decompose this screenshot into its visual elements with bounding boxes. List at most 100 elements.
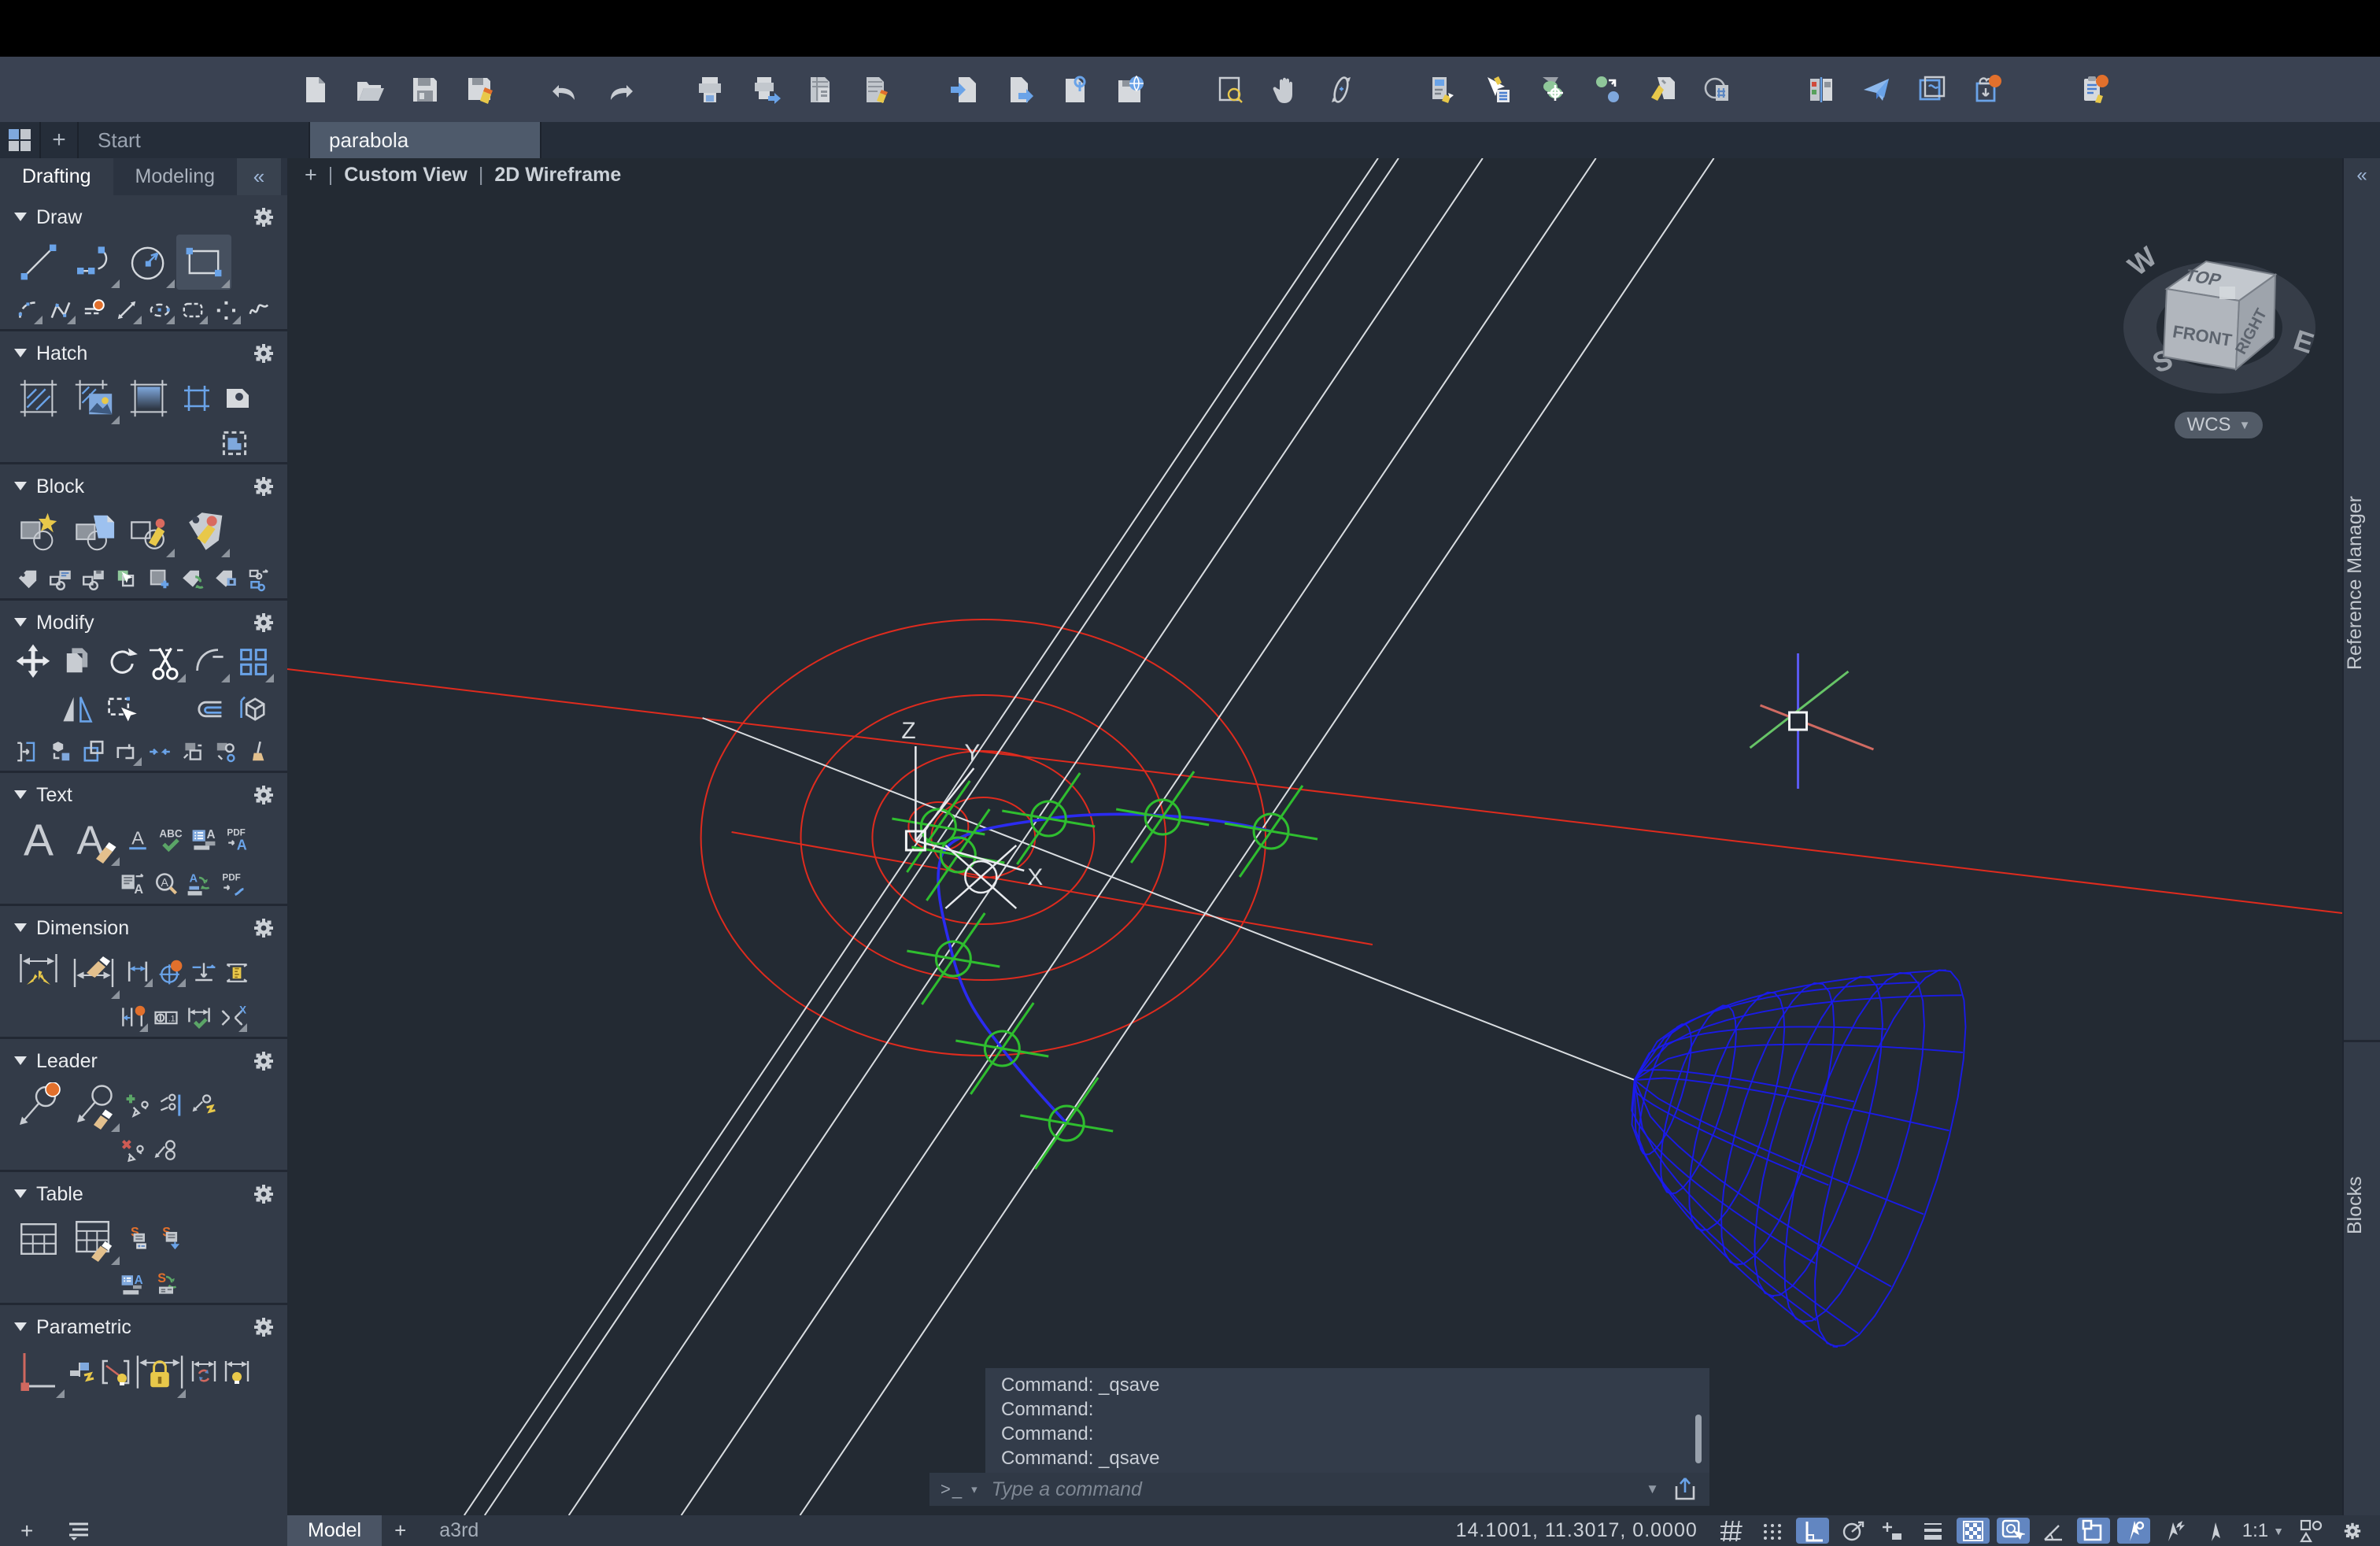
collapse-triangle-icon[interactable] xyxy=(14,213,27,227)
tool-add-leader[interactable] xyxy=(121,1090,154,1122)
tool-select-similar[interactable] xyxy=(99,687,143,731)
tool-circle[interactable] xyxy=(121,235,176,290)
compass-west[interactable]: W xyxy=(2122,240,2163,282)
polar-tracking-toggle[interactable] xyxy=(1836,1518,1869,1544)
tool-quick-leader[interactable] xyxy=(187,1090,220,1122)
tool-change-space[interactable] xyxy=(209,736,242,767)
plot-style-edit-button[interactable] xyxy=(858,72,893,107)
tool-mirror[interactable] xyxy=(55,687,99,731)
tool-data-link[interactable]: S xyxy=(121,1223,154,1255)
orbit-button[interactable] xyxy=(1324,72,1358,107)
tool-arc[interactable] xyxy=(66,235,121,290)
add-layout-tab[interactable]: + xyxy=(382,1518,419,1543)
save-as-button[interactable] xyxy=(463,72,497,107)
paste-special-button[interactable] xyxy=(2076,72,2111,107)
collapse-triangle-icon[interactable] xyxy=(14,1056,27,1071)
annotation-scale-dropdown[interactable]: 1:1▼ xyxy=(2238,1520,2289,1542)
tool-move-3d[interactable] xyxy=(44,736,77,767)
tool-text-update[interactable]: A xyxy=(183,869,216,901)
redo-button[interactable] xyxy=(603,72,638,107)
new-tab-button[interactable]: + xyxy=(41,122,79,158)
tool-pdf-import-text[interactable]: PDFA xyxy=(220,824,253,856)
tool-revision[interactable] xyxy=(110,736,143,767)
tool-copy-objects[interactable] xyxy=(110,564,143,595)
tool-scale[interactable] xyxy=(77,736,110,767)
start-grid-icon[interactable] xyxy=(0,122,41,158)
drawing-compare-button[interactable] xyxy=(1804,72,1839,107)
right-panel-collapse[interactable]: « xyxy=(2344,165,2380,187)
tool-hatch-tools[interactable] xyxy=(217,371,258,426)
clean-screen-toggle[interactable] xyxy=(2077,1518,2110,1544)
tab-a3rd[interactable]: a3rd xyxy=(419,1515,499,1546)
new-file-button[interactable] xyxy=(298,72,332,107)
transparency-toggle[interactable] xyxy=(1957,1518,1990,1544)
tool-line[interactable] xyxy=(11,235,66,290)
tool-hatch-edit[interactable] xyxy=(218,427,251,459)
gear-icon[interactable] xyxy=(248,1178,279,1210)
tool-move[interactable] xyxy=(11,640,55,684)
tool-create-block[interactable] xyxy=(66,504,121,559)
print-button[interactable] xyxy=(693,72,727,107)
tool-geometric-constraint[interactable] xyxy=(11,1344,66,1400)
tab-parabola[interactable]: parabola xyxy=(310,122,541,158)
selection-cycling-toggle[interactable] xyxy=(1997,1518,2030,1544)
collapse-triangle-icon[interactable] xyxy=(14,790,27,805)
pan-button[interactable] xyxy=(1269,72,1303,107)
tool-attribute-settings[interactable] xyxy=(209,564,242,595)
view-cube[interactable]: W S E TOP FRONT RIGHT xyxy=(2094,202,2342,406)
tool-remove-leader[interactable] xyxy=(116,1135,150,1167)
gear-icon[interactable] xyxy=(248,471,279,502)
tool-offset[interactable] xyxy=(187,687,231,731)
tool-polyline[interactable] xyxy=(44,294,77,326)
trace-button[interactable] xyxy=(1914,72,1949,107)
tool-block-save[interactable] xyxy=(77,564,110,595)
zoom-window-button[interactable] xyxy=(1214,72,1248,107)
tool-ruler[interactable] xyxy=(220,957,253,989)
viewport-add-control[interactable]: + xyxy=(305,163,317,187)
tool-dimensional-constraint[interactable] xyxy=(132,1344,187,1400)
tab-blocks[interactable]: Blocks xyxy=(2344,1126,2380,1284)
drawing-canvas[interactable]: ZYX xyxy=(287,158,2342,1515)
tool-continue-dimension[interactable] xyxy=(116,1002,150,1034)
save-button[interactable] xyxy=(408,72,442,107)
tool-attribute-sync[interactable] xyxy=(176,564,209,595)
ribbon-collapse-button[interactable]: « xyxy=(237,158,281,195)
wcs-dropdown[interactable]: WCS ▼ xyxy=(2175,412,2263,438)
collapse-triangle-icon[interactable] xyxy=(14,1322,27,1337)
tool-spell-check[interactable]: ABC xyxy=(154,824,187,856)
gear-icon[interactable] xyxy=(248,338,279,369)
collapse-triangle-icon[interactable] xyxy=(14,349,27,364)
geometric-center-button[interactable] xyxy=(1535,72,1569,107)
tool-data-update[interactable]: S xyxy=(150,1268,183,1300)
command-history[interactable]: Command: _qsave Command: Command: Comman… xyxy=(985,1368,1709,1473)
tool-align-leaders[interactable] xyxy=(154,1090,187,1122)
command-scrollbar[interactable] xyxy=(1695,1415,1702,1463)
tool-multileader-style[interactable] xyxy=(66,1078,121,1134)
tool-clean[interactable] xyxy=(242,736,275,767)
tool-join[interactable] xyxy=(143,736,176,767)
tool-text-style[interactable]: A xyxy=(66,812,121,867)
tool-fillet[interactable] xyxy=(187,640,231,684)
tool-collect-leaders[interactable] xyxy=(150,1135,183,1167)
import-file-button[interactable] xyxy=(948,72,982,107)
tab-start[interactable]: Start xyxy=(79,122,310,158)
tool-insert-block[interactable] xyxy=(11,504,66,559)
tool-table[interactable] xyxy=(11,1211,66,1267)
tool-hatch[interactable] xyxy=(11,371,66,426)
settings-gear-icon[interactable] xyxy=(2336,1518,2369,1544)
tab-modeling[interactable]: Modeling xyxy=(113,158,237,195)
gear-icon[interactable] xyxy=(248,912,279,944)
viewport-style-control[interactable]: 2D Wireframe xyxy=(494,164,621,187)
print-export-button[interactable] xyxy=(748,72,782,107)
snap-dynamic-toggle[interactable] xyxy=(2157,1518,2190,1544)
snap-toggle[interactable] xyxy=(1756,1518,1789,1544)
object-snap-tracking-toggle[interactable] xyxy=(1876,1518,1909,1544)
tab-reference-manager[interactable]: Reference Manager xyxy=(2344,418,2380,749)
cloud-sync-button[interactable] xyxy=(1969,72,2004,107)
page-setup-button[interactable] xyxy=(803,72,837,107)
tool-rotate[interactable] xyxy=(99,640,143,684)
tool-center-mark[interactable] xyxy=(154,957,187,989)
gear-icon[interactable] xyxy=(248,202,279,233)
add-layout-icon[interactable]: + xyxy=(20,1518,33,1544)
tool-block-editor[interactable] xyxy=(121,504,176,559)
